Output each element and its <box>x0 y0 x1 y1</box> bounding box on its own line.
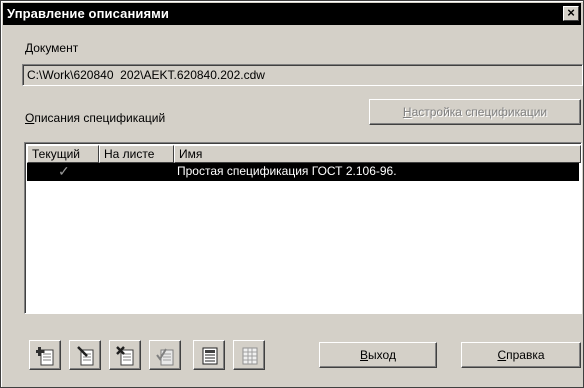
document-path-field: C:\Work\620840 202\AEKT.620840.202.cdw <box>22 64 583 86</box>
column-header-name[interactable]: Имя <box>174 145 581 163</box>
column-header-on-sheet[interactable]: На листе <box>99 145 174 163</box>
grid-spec-icon <box>242 347 258 365</box>
delete-spec-button[interactable] <box>109 340 141 370</box>
dialog-window: Управление описаниями × Документ C:\Work… <box>0 0 584 388</box>
exit-accel: В <box>360 348 369 362</box>
add-spec-button[interactable] <box>29 340 61 370</box>
row-name: Простая спецификация ГОСТ 2.106-96. <box>177 164 397 178</box>
check-spec-icon <box>156 348 174 366</box>
check-spec-button[interactable] <box>149 340 181 370</box>
close-icon: × <box>567 5 575 20</box>
help-accel: С <box>497 348 507 362</box>
help-label: правка <box>506 348 545 362</box>
window-title: Управление описаниями <box>7 6 169 21</box>
exit-label: ыход <box>368 348 396 362</box>
column-header-current[interactable]: Текущий <box>27 145 99 163</box>
title-bar[interactable]: Управление описаниями × <box>3 3 581 25</box>
grid-spec-button[interactable] <box>233 340 265 370</box>
sheet-spec-button[interactable] <box>193 340 225 370</box>
delete-spec-icon <box>116 346 134 366</box>
current-check-icon: ✓ <box>58 163 70 179</box>
add-spec-icon <box>36 347 54 366</box>
spec-settings-button[interactable]: Настройка спецификации <box>369 99 581 125</box>
close-button[interactable]: × <box>563 6 579 21</box>
sheet-spec-icon <box>202 347 218 365</box>
specs-label-rest: писания спецификаций <box>34 111 166 125</box>
edit-spec-button[interactable] <box>69 340 101 370</box>
specs-list[interactable]: Текущий На листе Имя ✓ Простая специфика… <box>24 142 582 314</box>
help-button[interactable]: Справка <box>461 342 581 368</box>
exit-button[interactable]: Выход <box>319 342 437 368</box>
specs-label-accel: О <box>25 111 35 125</box>
spec-settings-label: астройка спецификации <box>411 105 548 119</box>
specs-label: Описания спецификаций <box>25 111 165 125</box>
list-header: Текущий На листе Имя <box>27 145 581 163</box>
table-row[interactable]: ✓ Простая спецификация ГОСТ 2.106-96. <box>27 163 579 181</box>
document-label: Документ <box>25 41 79 55</box>
spec-settings-accel: Н <box>402 105 412 119</box>
edit-spec-icon <box>77 346 94 366</box>
